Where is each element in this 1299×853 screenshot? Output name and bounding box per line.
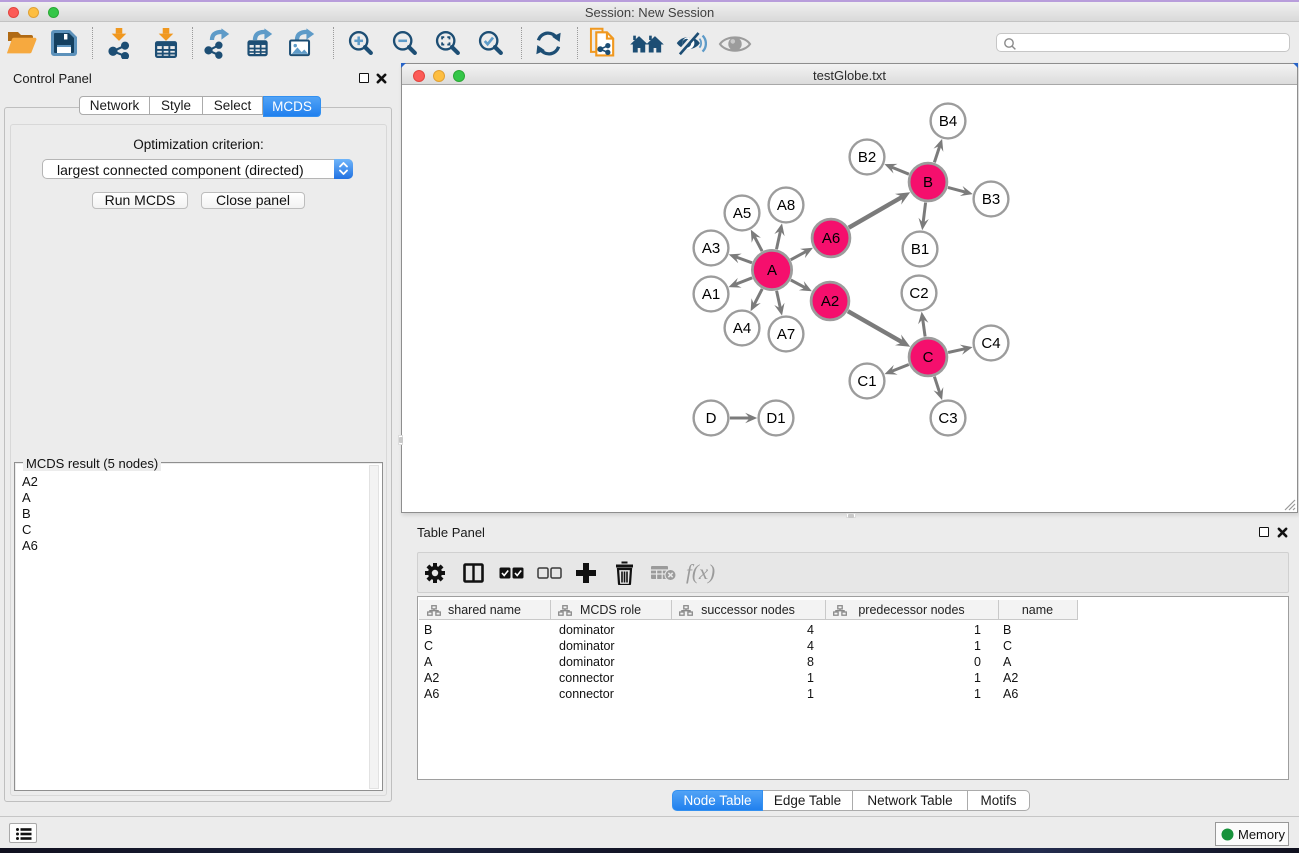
svg-text:B4: B4 xyxy=(939,113,957,130)
svg-text:A8: A8 xyxy=(777,197,795,214)
svg-text:A1: A1 xyxy=(702,286,720,303)
svg-text:B: B xyxy=(923,174,933,191)
svg-text:D1: D1 xyxy=(766,410,785,427)
svg-text:A3: A3 xyxy=(702,240,720,257)
svg-text:A4: A4 xyxy=(733,320,751,337)
svg-text:C2: C2 xyxy=(909,285,928,302)
svg-text:A6: A6 xyxy=(822,230,840,247)
svg-text:C4: C4 xyxy=(981,335,1000,352)
svg-text:A7: A7 xyxy=(777,326,795,343)
svg-text:D: D xyxy=(706,410,717,427)
svg-text:B3: B3 xyxy=(982,191,1000,208)
svg-text:B2: B2 xyxy=(858,149,876,166)
svg-text:A2: A2 xyxy=(821,293,839,310)
svg-text:B1: B1 xyxy=(911,241,929,258)
svg-text:C: C xyxy=(923,349,934,366)
svg-text:C1: C1 xyxy=(857,373,876,390)
svg-text:A: A xyxy=(767,262,777,279)
svg-text:C3: C3 xyxy=(938,410,957,427)
svg-text:A5: A5 xyxy=(733,205,751,222)
